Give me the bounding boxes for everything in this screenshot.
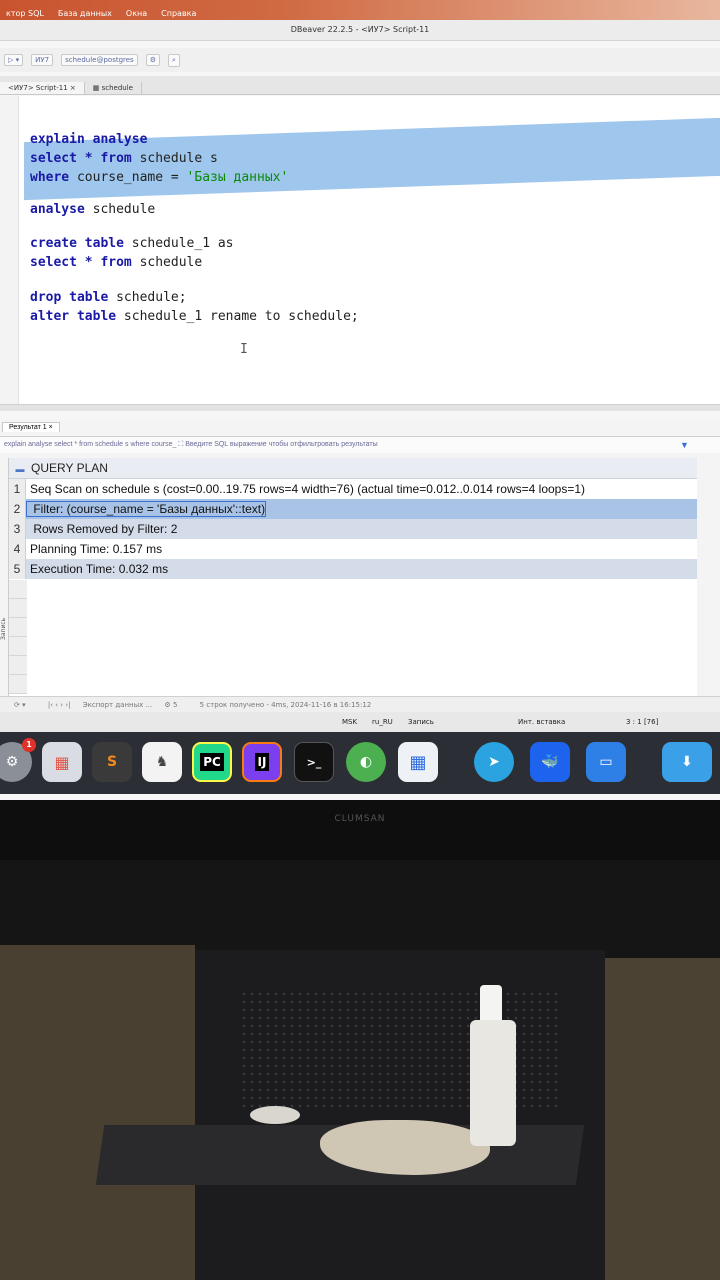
sequel-ace-icon[interactable]: ♞	[142, 742, 182, 782]
keynote-icon[interactable]: ▭	[586, 742, 626, 782]
table-row[interactable]: 5 Execution Time: 0.032 ms	[9, 559, 697, 579]
pycharm-icon[interactable]: PC	[192, 742, 232, 782]
system-settings-icon[interactable]: ⚙ 1	[0, 738, 36, 782]
spray-bottle	[470, 1020, 516, 1146]
nav-next-icon[interactable]: ›	[60, 701, 63, 709]
export-data-button[interactable]: Экспорт данных ...	[73, 701, 152, 709]
status-mode: Запись	[408, 718, 434, 726]
results-tabs: Результат 1 ×	[0, 420, 720, 437]
empty-row	[9, 618, 27, 637]
toolbar-connection-selector[interactable]: schedule@postgres	[61, 54, 138, 66]
editor-line: where course_name = 'Базы данных'	[30, 170, 289, 185]
text-cursor-icon: I	[240, 342, 248, 357]
close-icon[interactable]: ×	[70, 84, 76, 92]
macos-dock: ⚙ 1 ▦ S ♞ PC IJ >_ ◐ ▦ ➤ 🐳 ▭ ⬇	[0, 732, 720, 794]
gear-icon[interactable]: ⚙	[154, 701, 170, 709]
empty-row	[9, 637, 27, 656]
empty-row	[9, 580, 27, 599]
browser-icon[interactable]: ◐	[346, 742, 386, 782]
refresh-icon[interactable]: ⟳ ▾	[0, 701, 26, 709]
notification-badge: 1	[22, 738, 36, 752]
table-icon: ▦	[92, 84, 102, 92]
column-header-query-plan[interactable]: ▬ QUERY PLAN	[9, 458, 697, 479]
tab-schedule[interactable]: ▦ schedule	[84, 82, 142, 94]
editor-tabs: <ИУ7> Script-11 × ▦ schedule	[0, 76, 720, 95]
editor-line: explain analyse	[30, 132, 148, 147]
status-insert-mode: Инт. вставка	[518, 718, 566, 726]
record-side-label[interactable]: Запись	[0, 618, 7, 640]
status-bar: MSK ru_RU Запись Инт. вставка 3 : 1 [76]	[0, 712, 720, 732]
editor-line: create table schedule_1 as	[30, 236, 234, 251]
spray-bottle-cap	[480, 985, 502, 1023]
monitor-screen: ктор SQL База данных Окна Справка DBeave…	[0, 0, 720, 800]
launchpad-icon[interactable]: ▦	[42, 742, 82, 782]
status-timezone: MSK	[342, 718, 358, 726]
result-status-text: 5 строк получено - 4ms, 2024-11-16 в 16:…	[199, 701, 372, 709]
nav-first-icon[interactable]: |‹	[28, 701, 53, 709]
filter-query-text: explain analyse select * from schedule s…	[4, 441, 177, 448]
windows-app-icon[interactable]: ▦	[398, 742, 438, 782]
filter-settings-icon[interactable]: ▼	[680, 440, 689, 450]
filter-input[interactable]: Введите SQL выражение чтобы отфильтроват…	[185, 441, 377, 448]
editor-line: select * from schedule	[30, 255, 203, 270]
menu-item-help[interactable]: Справка	[161, 9, 196, 18]
table-row[interactable]: 1 Seq Scan on schedule s (cost=0.00..19.7…	[9, 479, 697, 499]
nav-prev-icon[interactable]: ‹	[55, 701, 58, 709]
status-cursor-position: 3 : 1 [76]	[626, 718, 659, 726]
monitor-brand-logo: CLUMSAN	[334, 814, 386, 824]
main-toolbar: ▷ ▾ ИУ7 schedule@postgres ⚙ ⌕	[0, 48, 720, 72]
editor-line: select * from schedule s	[30, 151, 218, 166]
menu-item-window[interactable]: Окна	[126, 9, 147, 18]
editor-line: drop table schedule;	[30, 290, 187, 305]
tab-script-11[interactable]: <ИУ7> Script-11 ×	[0, 82, 85, 94]
text-column-icon: ▬	[15, 464, 25, 474]
table-row[interactable]: 2 Filter: (course_name = 'Базы данных'::…	[9, 499, 697, 519]
wall-panel	[0, 945, 195, 1280]
toolbar-gear-icon[interactable]: ⚙	[145, 54, 160, 66]
downloads-folder-icon[interactable]: ⬇	[662, 742, 712, 782]
editor-results-splitter[interactable]	[0, 404, 720, 411]
table-row[interactable]: 4 Planning Time: 0.157 ms	[9, 539, 697, 559]
empty-row	[9, 599, 27, 618]
editor-line: alter table schedule_1 rename to schedul…	[30, 309, 359, 324]
toolbar-run-button[interactable]: ▷ ▾	[4, 54, 24, 66]
close-icon[interactable]: ×	[49, 424, 53, 431]
tab-result-1[interactable]: Результат 1 ×	[2, 422, 60, 432]
intellij-idea-icon[interactable]: IJ	[242, 742, 282, 782]
sublime-text-icon[interactable]: S	[92, 742, 132, 782]
empty-row	[9, 675, 27, 694]
status-locale: ru_RU	[372, 718, 393, 726]
sql-editor[interactable]: explain analyse select * from schedule s…	[0, 96, 720, 406]
result-filter-bar[interactable]: explain analyse select * from schedule s…	[0, 437, 720, 453]
telegram-icon[interactable]: ➤	[474, 742, 514, 782]
menu-item-database[interactable]: База данных	[58, 9, 112, 18]
window-title: DBeaver 22.2.5 - <ИУ7> Script-11	[0, 20, 720, 41]
nav-last-icon[interactable]: ›|	[65, 701, 70, 709]
crumpled-paper	[250, 1106, 300, 1124]
table-row[interactable]: 3 Rows Removed by Filter: 2	[9, 519, 697, 539]
menu-item-sql-editor[interactable]: ктор SQL	[6, 9, 44, 18]
results-panel: Результат 1 × explain analyse select * f…	[0, 420, 720, 710]
editor-line: analyse schedule	[30, 202, 156, 217]
terminal-icon[interactable]: >_	[294, 742, 334, 782]
monitor-bezel	[0, 800, 720, 860]
editor-gutter	[0, 96, 19, 406]
wall-panel	[605, 958, 720, 1280]
toolbar-search-icon[interactable]: ⌕	[167, 53, 180, 67]
row-count-value: 5	[172, 701, 178, 709]
results-bottom-toolbar: ⟳ ▾ |‹ ‹ › ›| Экспорт данных ... ⚙ 5 5 с…	[0, 696, 720, 713]
empty-row	[9, 656, 27, 675]
result-grid: ▬ QUERY PLAN 1 Seq Scan on schedule s (cos…	[8, 458, 697, 698]
toolbar-project-selector[interactable]: ИУ7	[31, 54, 54, 66]
docker-icon[interactable]: 🐳	[530, 742, 570, 782]
